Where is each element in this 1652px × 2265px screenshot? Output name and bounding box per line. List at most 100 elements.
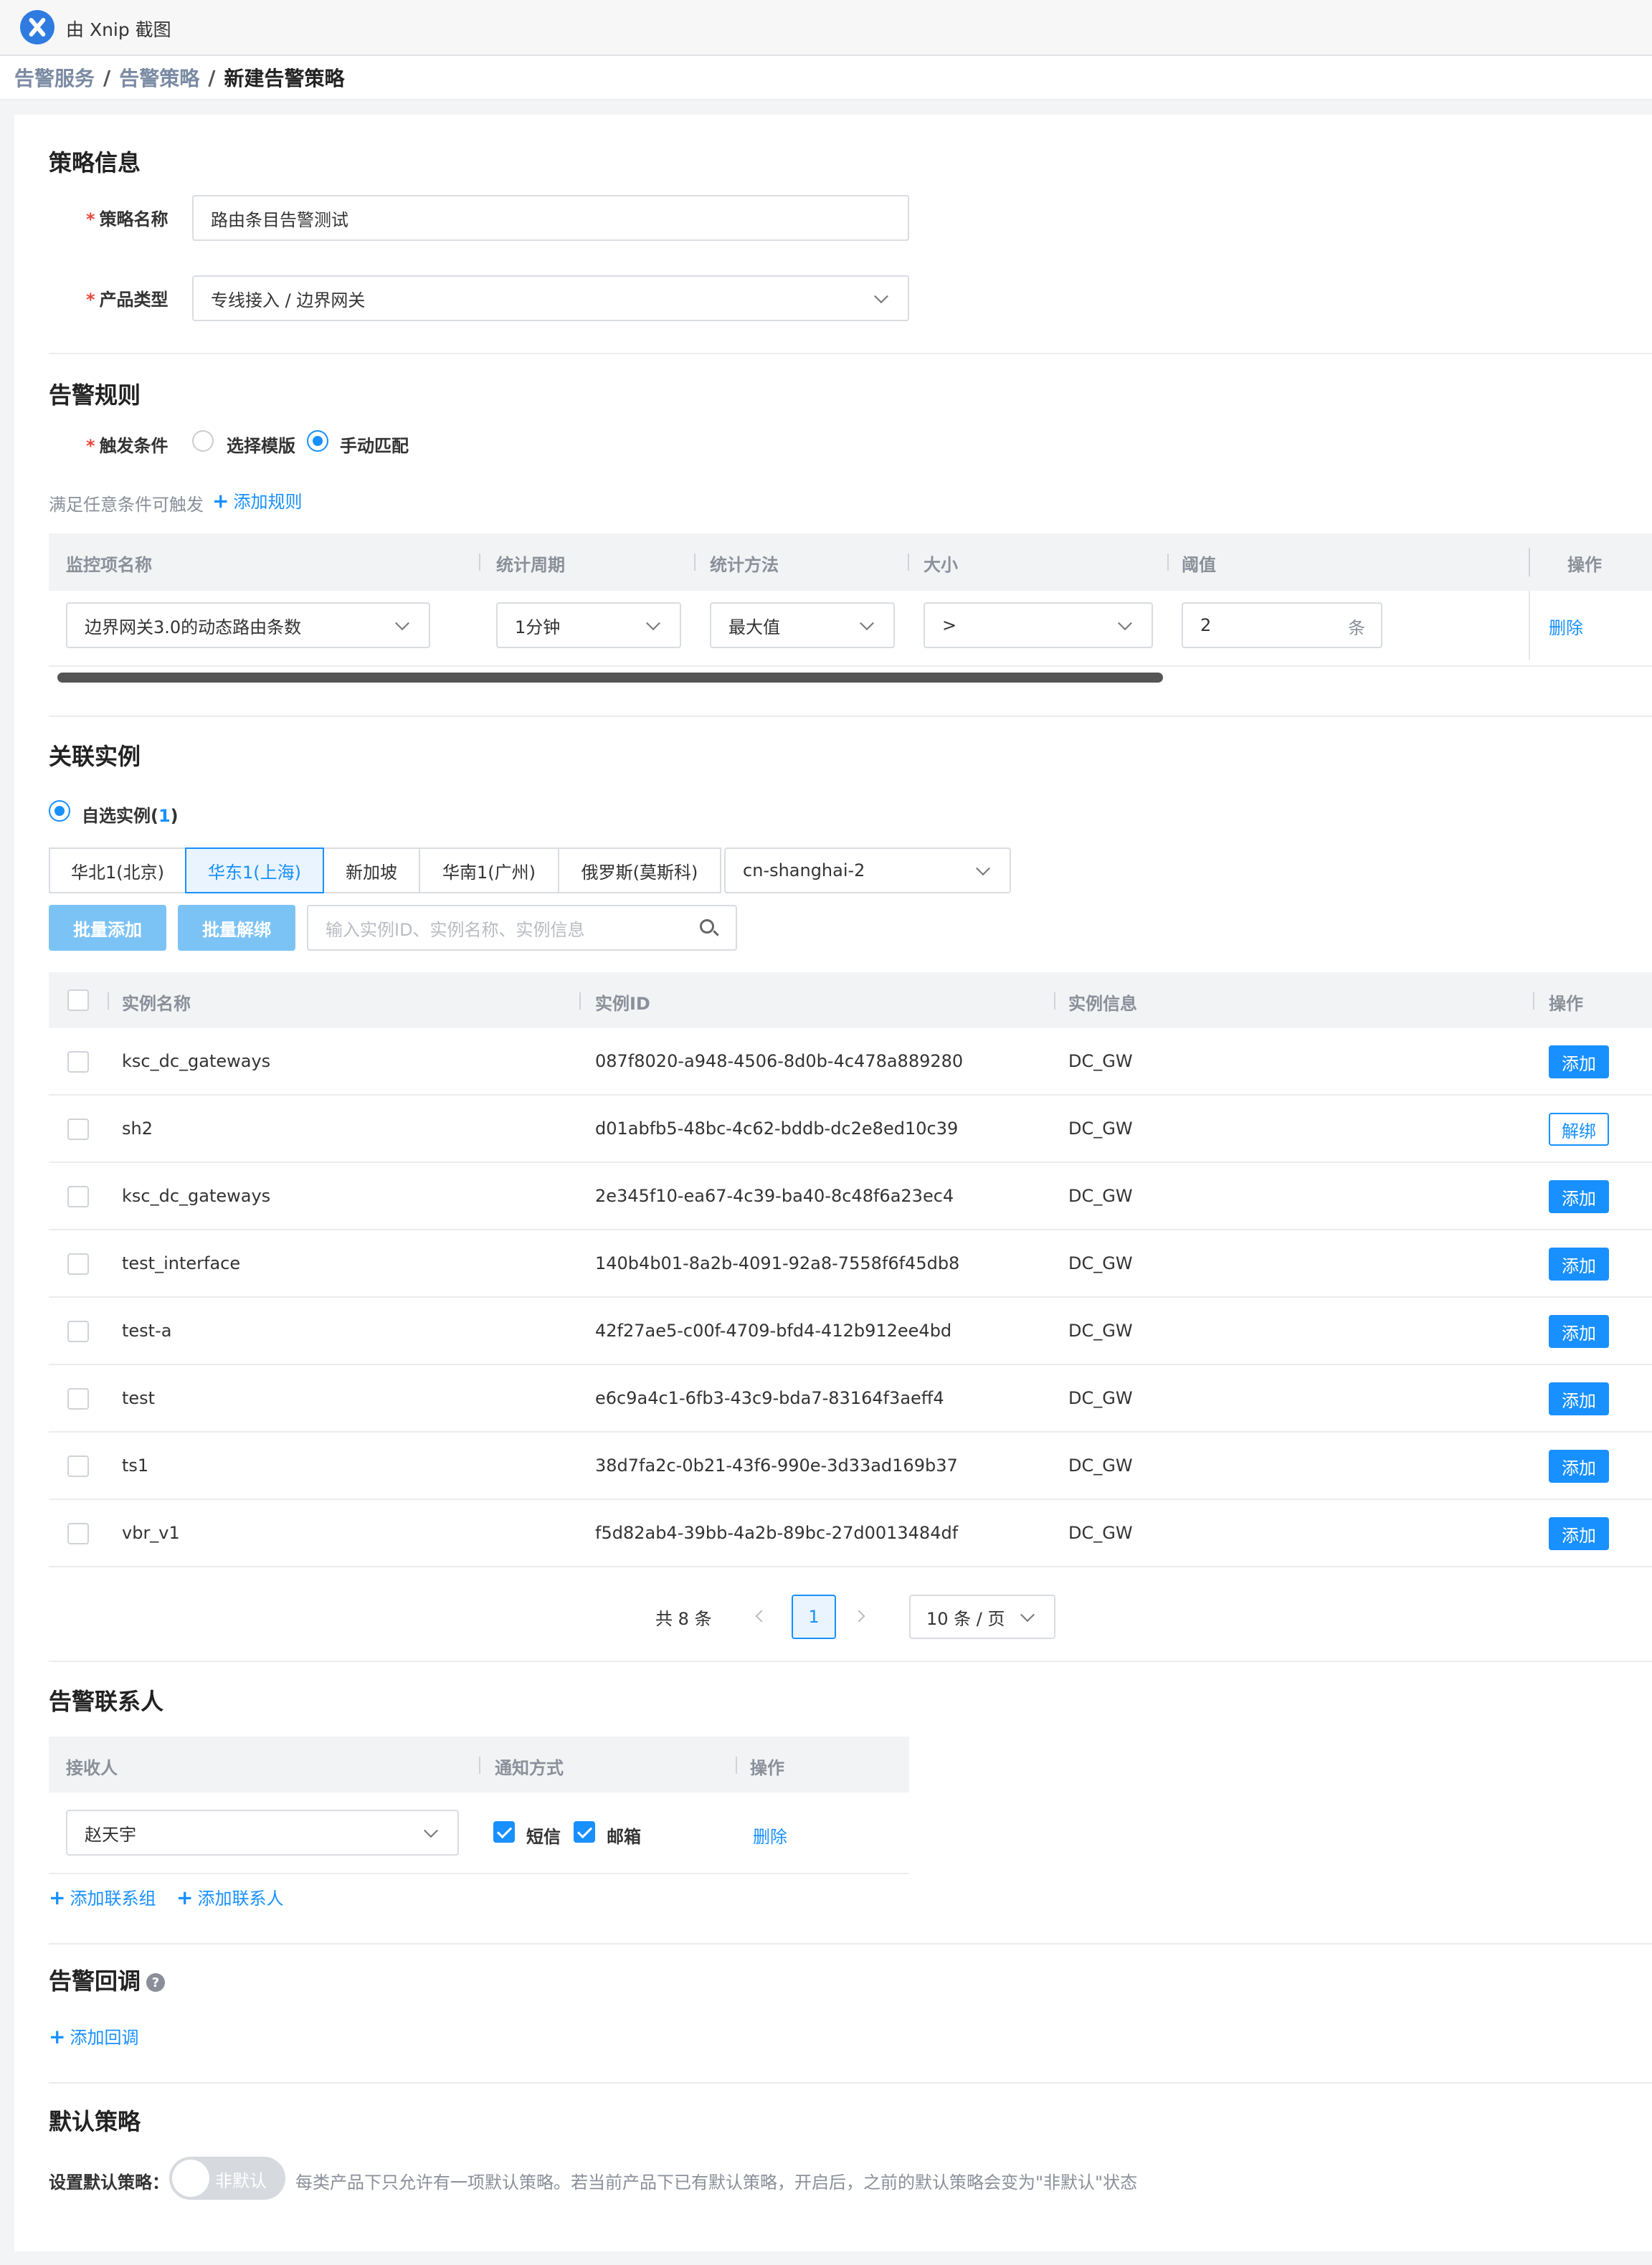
instances-col-action: 操作 <box>1549 994 1583 1014</box>
instance-id: 42f27ae5-c00f-4709-bfd4-412b912ee4bd <box>595 1321 952 1341</box>
instance-info: DC_GW <box>1068 1051 1133 1071</box>
sms-label: 短信 <box>526 1827 561 1847</box>
add-contact-button[interactable]: + 添加联系人 <box>176 1884 283 1909</box>
instance-info: DC_GW <box>1068 1523 1133 1543</box>
breadcrumb: 告警服务 / 告警策略 / 新建告警策略 <box>0 56 1652 100</box>
instance-name: ksc_dc_gateways <box>122 1051 271 1071</box>
metric-select[interactable]: 边界网关3.0的动态路由条数 <box>66 602 430 648</box>
row-divider <box>49 1499 1652 1500</box>
col-separator <box>694 554 696 571</box>
add-rule-button[interactable]: + 添加规则 <box>212 488 302 513</box>
col-separator <box>908 554 909 571</box>
batch-unbind-button[interactable]: 批量解绑 <box>178 905 295 951</box>
divider <box>49 1943 1652 1945</box>
rules-col-threshold: 阈值 <box>1182 555 1216 575</box>
instances-col-info: 实例信息 <box>1068 994 1137 1014</box>
region-tab-singapore[interactable]: 新加坡 <box>323 847 420 893</box>
instances-col-name: 实例名称 <box>122 994 191 1014</box>
section-title-contacts: 告警联系人 <box>49 1688 164 1715</box>
contacts-col-action: 操作 <box>750 1758 784 1778</box>
row-divider <box>49 1094 1652 1096</box>
divider <box>49 1661 1652 1662</box>
breadcrumb-item-alarm-policy[interactable]: 告警策略 <box>119 67 199 90</box>
instance-info: DC_GW <box>1068 1253 1133 1273</box>
region-tab-shanghai[interactable]: 华东1(上海) <box>185 847 324 893</box>
instance-info: DC_GW <box>1068 1456 1133 1476</box>
zone-select[interactable]: cn-shanghai-2 <box>724 847 1011 893</box>
next-page-icon[interactable] <box>853 1610 865 1623</box>
radio-template[interactable] <box>192 430 214 452</box>
form-card: 策略信息 * 策略名称 路由条目告警测试 * 产品类型 专线接入 / 边界网关 告警… <box>14 115 1652 2251</box>
row-divider <box>49 1873 909 1874</box>
add-button[interactable]: 添加 <box>1549 1045 1609 1078</box>
prev-page-icon[interactable] <box>755 1610 768 1623</box>
add-callback-button[interactable]: + 添加回调 <box>49 2023 138 2048</box>
col-separator <box>1054 992 1055 1010</box>
rule-delete-link[interactable]: 删除 <box>1549 614 1583 639</box>
page-button-1[interactable]: 1 <box>792 1595 836 1639</box>
instance-name: test <box>122 1388 156 1408</box>
add-button[interactable]: 添加 <box>1549 1315 1609 1348</box>
section-title-instances: 关联实例 <box>49 743 141 770</box>
row-checkbox[interactable] <box>67 1456 89 1477</box>
period-select[interactable]: 1分钟 <box>496 602 681 648</box>
product-type-label: * 产品类型 <box>86 290 168 310</box>
product-type-select[interactable]: 专线接入 / 边界网关 <box>192 275 909 321</box>
email-checkbox[interactable] <box>574 1821 595 1843</box>
region-tab-moscow[interactable]: 俄罗斯(莫斯科) <box>558 847 721 893</box>
row-divider <box>49 1566 1652 1567</box>
instance-info: DC_GW <box>1068 1321 1133 1341</box>
help-icon[interactable]: ? <box>146 1973 165 1992</box>
toggle-label: 非默认 <box>215 2171 267 2191</box>
rules-col-action: 操作 <box>1567 555 1602 575</box>
row-checkbox[interactable] <box>67 1523 89 1544</box>
col-separator <box>1529 548 1530 576</box>
app-titlebar: 由 Xnip 截图 <box>0 0 1652 56</box>
row-checkbox[interactable] <box>67 1253 89 1275</box>
search-icon[interactable] <box>700 919 714 934</box>
sms-checkbox[interactable] <box>493 1821 515 1843</box>
breadcrumb-item-alarm-service[interactable]: 告警服务 <box>14 67 95 90</box>
horizontal-scrollbar[interactable] <box>57 673 1163 683</box>
instance-search-input[interactable]: 输入实例ID、实例名称、实例信息 <box>307 905 737 951</box>
add-button[interactable]: 添加 <box>1549 1382 1609 1415</box>
method-select[interactable]: 最大值 <box>710 602 895 648</box>
page-size-select[interactable]: 10 条 / 页 <box>909 1595 1055 1639</box>
instance-name: vbr_v1 <box>122 1523 180 1543</box>
region-tab-guangzhou[interactable]: 华南1(广州) <box>419 847 559 893</box>
add-button[interactable]: 添加 <box>1549 1248 1609 1281</box>
instance-id: 087f8020-a948-4506-8d0b-4c478a889280 <box>595 1051 964 1071</box>
divider <box>49 716 1652 717</box>
row-checkbox[interactable] <box>67 1321 89 1342</box>
operator-select[interactable]: > <box>924 602 1153 648</box>
instance-info: DC_GW <box>1068 1119 1133 1139</box>
instance-name: sh2 <box>122 1119 153 1139</box>
divider <box>49 2082 1652 2084</box>
threshold-unit: 条 <box>1348 618 1365 638</box>
default-policy-label: 设置默认策略： <box>49 2173 169 2193</box>
unbind-button[interactable]: 解绑 <box>1549 1113 1609 1146</box>
radio-manual-match[interactable] <box>307 430 328 452</box>
col-separator <box>479 1757 480 1774</box>
add-button[interactable]: 添加 <box>1549 1517 1609 1550</box>
region-tab-beijing[interactable]: 华北1(北京) <box>49 847 186 893</box>
batch-add-button[interactable]: 批量添加 <box>49 905 166 951</box>
row-checkbox[interactable] <box>67 1051 89 1073</box>
instance-name: test_interface <box>122 1253 241 1273</box>
contact-delete-link[interactable]: 删除 <box>753 1823 787 1848</box>
rules-col-metric: 监控项名称 <box>66 555 152 575</box>
default-policy-toggle[interactable]: 非默认 <box>169 2157 285 2200</box>
row-checkbox[interactable] <box>67 1186 89 1207</box>
add-button[interactable]: 添加 <box>1549 1450 1609 1483</box>
row-checkbox[interactable] <box>67 1388 89 1410</box>
contacts-col-receiver: 接收人 <box>66 1758 118 1778</box>
add-contact-group-button[interactable]: + 添加联系组 <box>49 1884 156 1909</box>
receiver-select[interactable]: 赵天宇 <box>66 1810 459 1856</box>
policy-name-input[interactable]: 路由条目告警测试 <box>192 195 909 241</box>
col-separator <box>579 992 581 1010</box>
row-checkbox[interactable] <box>67 1119 89 1140</box>
select-all-checkbox[interactable] <box>67 989 89 1011</box>
section-title-default-policy: 默认策略 <box>49 2108 141 2135</box>
radio-custom-instances[interactable] <box>49 800 70 822</box>
add-button[interactable]: 添加 <box>1549 1180 1609 1213</box>
